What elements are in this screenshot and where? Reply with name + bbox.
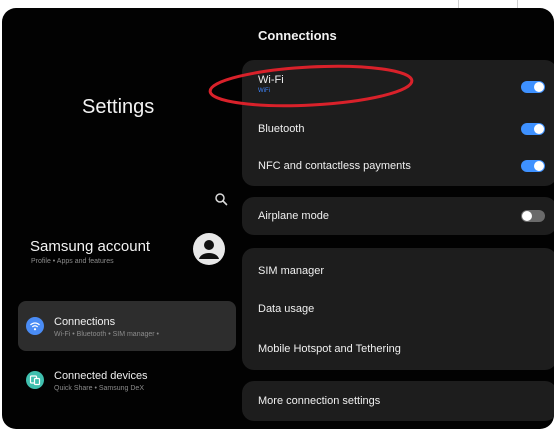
settings-group-more: More connection settings <box>242 381 554 421</box>
avatar-icon[interactable] <box>193 233 225 265</box>
sidebar-item-subtitle: Quick Share • Samsung DeX <box>54 385 144 392</box>
settings-screen: Settings Samsung account Profile • Apps … <box>2 8 554 429</box>
sidebar-item-label: Connected devices <box>54 370 148 382</box>
row-label: SIM manager <box>258 265 325 277</box>
search-icon[interactable] <box>214 192 228 206</box>
bluetooth-toggle[interactable] <box>521 123 545 135</box>
nfc-row[interactable]: NFC and contactless payments <box>242 146 554 184</box>
row-label: Airplane mode <box>258 210 329 222</box>
sidebar-item-connections[interactable]: Connections Wi-Fi • Bluetooth • SIM mana… <box>18 301 236 351</box>
settings-group-toggles: Wi-Fi WiFi Bluetooth NFC and contactless… <box>242 60 554 186</box>
bluetooth-row[interactable]: Bluetooth <box>242 108 554 146</box>
row-label: Wi-Fi <box>258 74 284 86</box>
more-connection-settings-row[interactable]: More connection settings <box>242 382 554 420</box>
airplane-mode-row[interactable]: Airplane mode <box>242 197 554 235</box>
mobile-hotspot-row[interactable]: Mobile Hotspot and Tethering <box>242 330 554 368</box>
sidebar-item-subtitle: Wi-Fi • Bluetooth • SIM manager • <box>54 331 159 338</box>
wifi-row[interactable]: Wi-Fi WiFi <box>242 68 554 106</box>
data-usage-row[interactable]: Data usage <box>242 290 554 328</box>
nfc-toggle[interactable] <box>521 160 545 172</box>
wifi-icon <box>26 317 44 335</box>
row-label: Bluetooth <box>258 123 305 135</box>
sim-manager-row[interactable]: SIM manager <box>242 252 554 290</box>
settings-group-airplane: Airplane mode <box>242 197 554 235</box>
account-name: Samsung account <box>30 238 151 255</box>
sidebar-item-label: Connections <box>54 316 116 328</box>
settings-group-data: SIM manager Data usage Mobile Hotspot an… <box>242 248 554 370</box>
connected-devices-icon <box>26 371 44 389</box>
airplane-mode-toggle[interactable] <box>521 210 545 222</box>
row-label: NFC and contactless payments <box>258 160 411 172</box>
account-subtitle: Profile • Apps and features <box>31 258 114 265</box>
page-title: Settings <box>82 96 155 118</box>
section-title: Connections <box>258 28 337 43</box>
row-label: Mobile Hotspot and Tethering <box>258 343 401 355</box>
row-label: Data usage <box>258 303 315 315</box>
wifi-network-name: WiFi <box>258 88 270 94</box>
row-label: More connection settings <box>258 395 381 407</box>
sidebar-item-connected-devices[interactable]: Connected devices Quick Share • Samsung … <box>18 360 236 406</box>
wifi-toggle[interactable] <box>521 81 545 93</box>
